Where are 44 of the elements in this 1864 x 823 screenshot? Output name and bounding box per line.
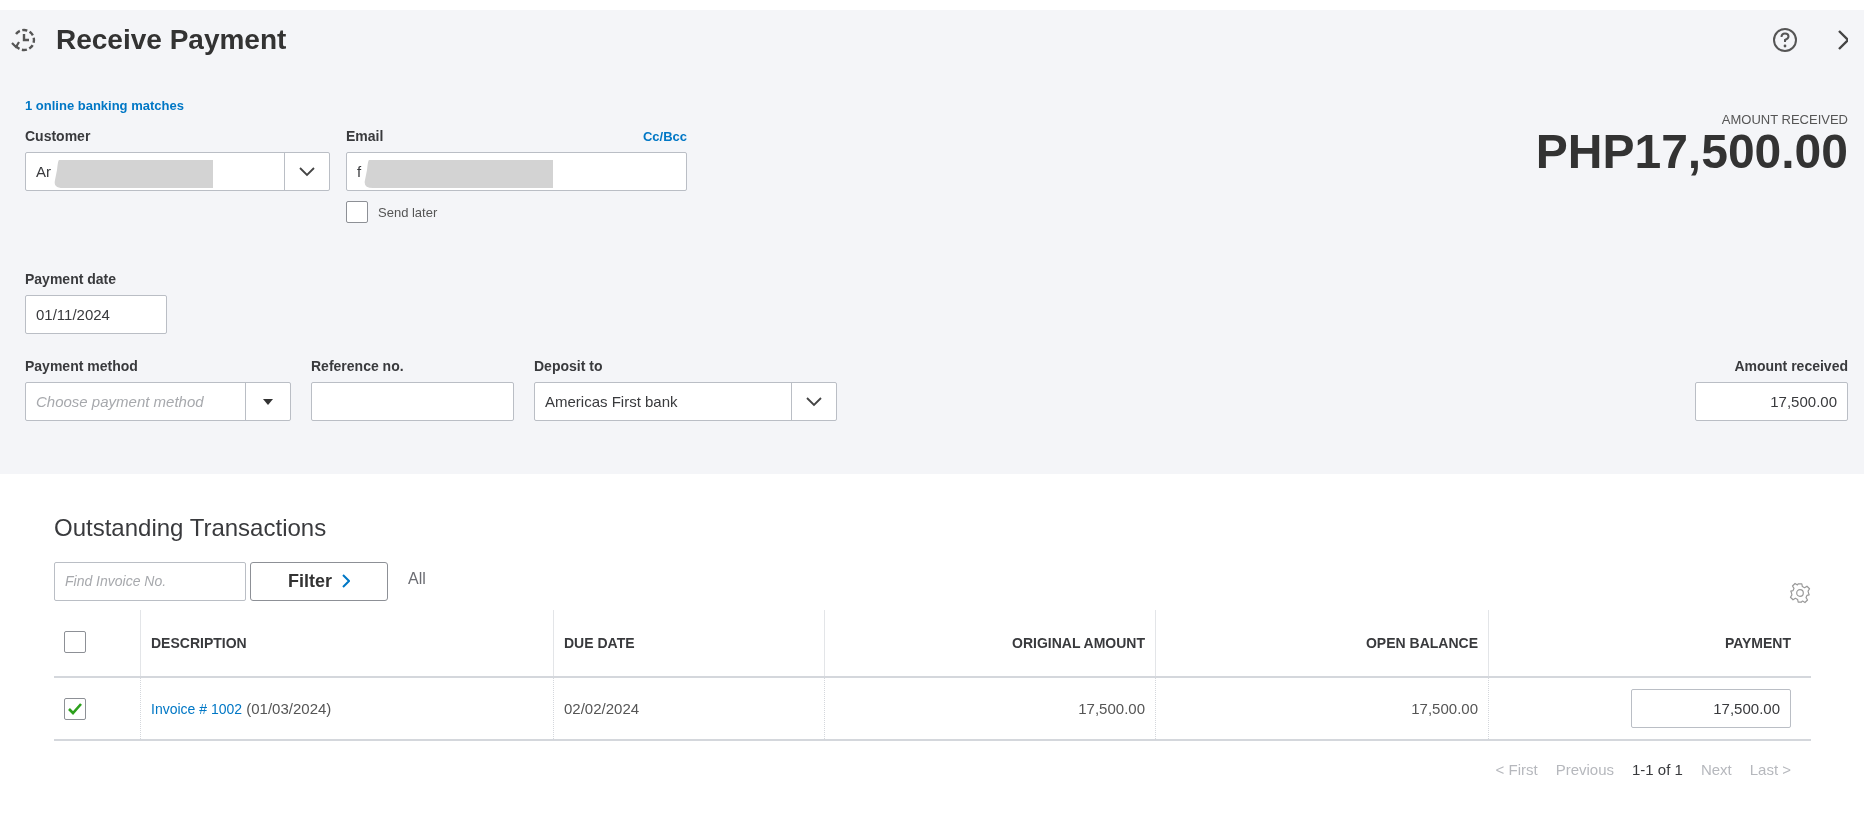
settings-icon[interactable]	[1789, 582, 1811, 604]
page-title: Receive Payment	[56, 24, 287, 56]
email-field[interactable]: f	[346, 152, 687, 191]
table-cell: 17,500.00	[1411, 700, 1478, 717]
invoice-link[interactable]: Invoice # 1002	[151, 701, 243, 717]
chevron-right-icon	[342, 574, 350, 588]
payment-field[interactable]: 17,500.00	[1631, 689, 1791, 728]
amount-received-total: PHP17,500.00	[1535, 127, 1848, 178]
select-all-checkbox[interactable]	[64, 630, 86, 653]
filter-button[interactable]: Filter	[250, 561, 388, 601]
payment-method-label: Payment method	[25, 358, 139, 374]
pagination-link[interactable]: 1-1 of 1	[1632, 761, 1683, 778]
deposit-to-label: Deposit to	[534, 358, 604, 374]
section-title: Outstanding Transactions	[54, 514, 328, 542]
email-label: Email	[346, 128, 384, 144]
customer-dropdown[interactable]: Ar	[25, 152, 330, 191]
send-later-label: Send later	[378, 204, 438, 220]
row-checkbox[interactable]	[64, 697, 86, 720]
chevron-down-icon	[806, 396, 822, 407]
banking-matches-link[interactable]: 1 online banking matches	[25, 98, 184, 113]
clock-icon	[10, 26, 38, 54]
reference-label: Reference no.	[311, 358, 405, 374]
deposit-to-dropdown[interactable]: Americas First bank	[534, 382, 837, 421]
amount-received-caption: AMOUNT RECEIVED	[1721, 112, 1848, 127]
column-header: DESCRIPTION	[151, 635, 247, 651]
reference-field[interactable]	[311, 382, 514, 421]
column-header: OPEN BALANCE	[1366, 635, 1478, 651]
amount-received-label: Amount received	[1734, 358, 1848, 374]
payment-date-label: Payment date	[25, 271, 118, 287]
invoice-date: (01/03/2024)	[246, 700, 332, 717]
cc-bcc-link[interactable]: Cc/Bcc	[642, 129, 687, 144]
filter-value: All	[408, 570, 426, 588]
table-cell: 02/02/2024	[564, 700, 640, 717]
caret-icon	[263, 398, 273, 405]
chevron-down-icon	[299, 166, 315, 177]
send-later-checkbox[interactable]	[346, 201, 368, 223]
column-header: DUE DATE	[564, 635, 635, 651]
column-header: PAYMENT	[1724, 635, 1791, 651]
payment-date-field[interactable]: 01/11/2024	[25, 295, 167, 334]
help-icon[interactable]	[1772, 27, 1798, 53]
column-header: ORIGINAL AMOUNT	[1012, 635, 1145, 651]
table-cell: 17,500.00	[1078, 700, 1145, 717]
customer-label: Customer	[25, 128, 92, 144]
amount-received-field[interactable]: 17,500.00	[1695, 382, 1848, 421]
